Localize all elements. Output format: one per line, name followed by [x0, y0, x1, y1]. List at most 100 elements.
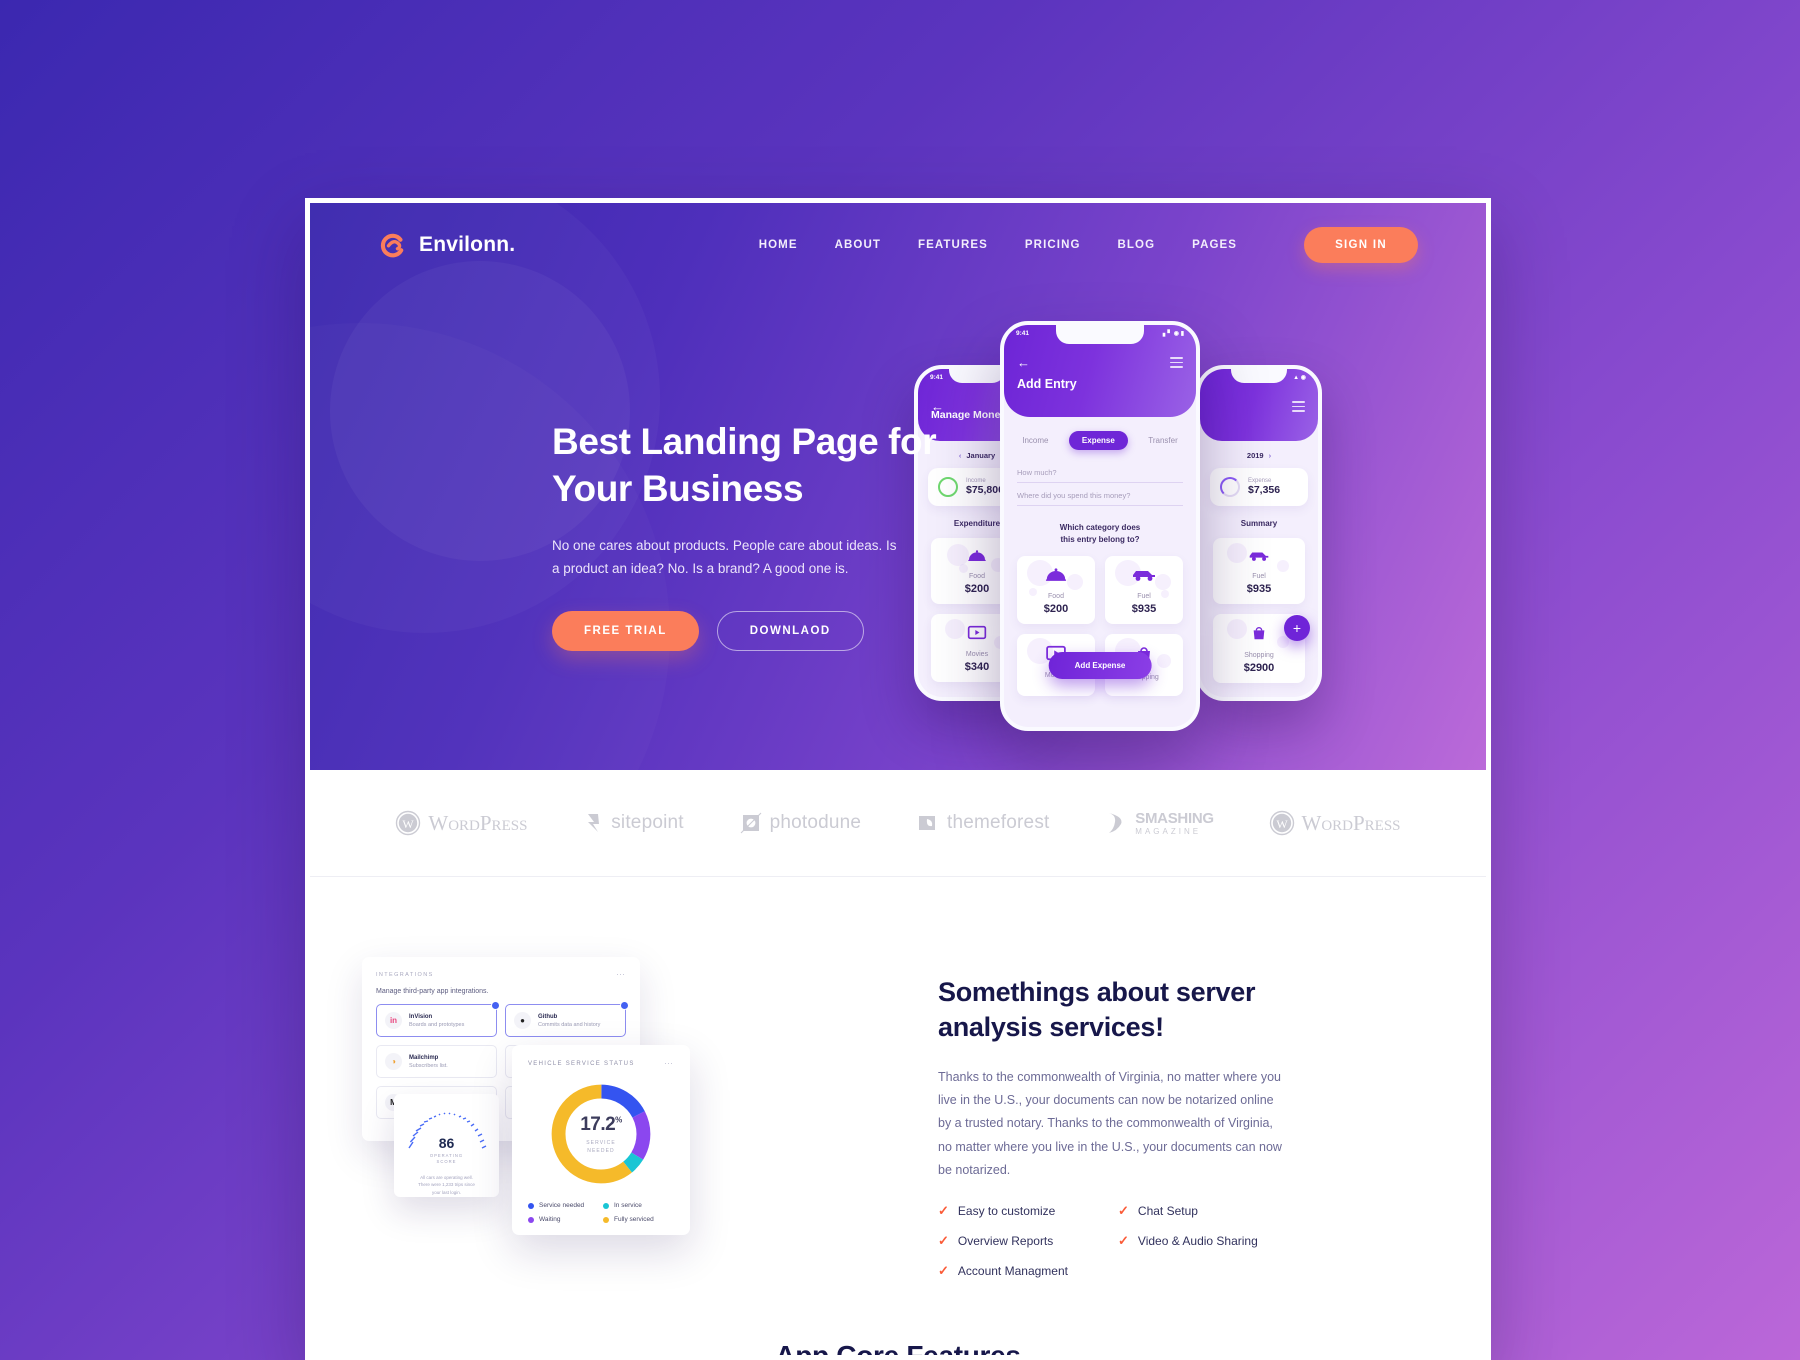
hamburger-menu-icon[interactable]	[1170, 357, 1183, 371]
brand-name: Envilonn.	[419, 233, 516, 256]
check-icon: ✓	[1118, 1233, 1129, 1249]
phone-status-bar: 9:41 ▖▘ ◉ ▮	[1004, 330, 1196, 337]
score-note-line-3: your last login.	[431, 1189, 461, 1195]
month-label: January	[966, 451, 996, 460]
status-time: 9:41	[930, 374, 944, 381]
integration-name: Github	[538, 1013, 558, 1020]
hero-title: Best Landing Page for Your Business	[552, 419, 952, 512]
legend-label: Service needed	[539, 1202, 585, 1209]
logo-smashing-magazine: SMASHING MAGAZINE	[1104, 809, 1214, 836]
core-features-section: App Core Features Thanks to the commonwe…	[310, 1277, 1486, 1355]
sign-in-button[interactable]: SIGN IN	[1304, 227, 1418, 263]
operating-score-note: All cars are operating well. There were …	[402, 1174, 491, 1197]
category-label: Fuel	[1252, 573, 1266, 580]
landing-page-frame: Envilonn. HOME ABOUT FEATURES PRICING BL…	[305, 198, 1491, 1360]
logo-label-stack: SMASHING MAGAZINE	[1135, 809, 1214, 836]
feature-item-easy-to-customize: ✓ Easy to customize	[938, 1204, 1118, 1218]
logo-label: SMASHING	[1135, 809, 1214, 827]
summary-cards: Fuel $935 Shopping $2900	[1200, 528, 1318, 683]
integration-item-github[interactable]: ● Github Commits data and history	[505, 1001, 629, 1037]
donut-chart-title: VEHICLE SERVICE STATUS	[528, 1060, 635, 1067]
legend-label: Waiting	[539, 1216, 561, 1223]
tab-transfer[interactable]: Transfer	[1148, 436, 1178, 445]
score-note-line-2: There were 1,233 trips since	[418, 1182, 475, 1188]
arrow-left-icon[interactable]: ←	[1017, 355, 1030, 370]
nav-link-blog[interactable]: BLOG	[1118, 239, 1156, 251]
category-label: Shopping	[1244, 652, 1274, 659]
sitepoint-icon	[588, 814, 600, 832]
feature-label: Chat Setup	[1137, 1203, 1198, 1218]
food-dome-icon	[1021, 567, 1091, 585]
legend-label: Fully serviced	[614, 1216, 654, 1223]
nav-link-home[interactable]: HOME	[759, 239, 798, 251]
hero-buttons: FREE TRIAL DOWNLAOD	[552, 610, 952, 651]
analysis-section: INTEGRATIONS ⋯ Manage third-party app in…	[310, 877, 1486, 1278]
status-time: 9:41	[1016, 330, 1030, 337]
donut-sublabel-line-1: SERVICE	[586, 1139, 616, 1146]
integration-desc: Commits data and history	[538, 1021, 601, 1028]
donut-card-header: VEHICLE SERVICE STATUS ⋯	[528, 1059, 674, 1068]
legend-item-fully-serviced: Fully serviced	[603, 1216, 674, 1223]
photodune-icon	[740, 812, 761, 834]
nav-link-pages[interactable]: PAGES	[1192, 239, 1237, 251]
hamburger-menu-icon[interactable]	[1292, 401, 1305, 415]
legend-dot-icon	[528, 1202, 534, 1209]
check-icon: ✓	[938, 1263, 949, 1279]
note-input[interactable]: Where did you spend this money?	[1017, 491, 1183, 506]
ellipsis-icon[interactable]: ⋯	[616, 970, 626, 979]
donut-center-label: 17.2% SERVICE NEEDED	[545, 1078, 657, 1190]
analysis-title: Somethings about server analysis service…	[938, 975, 1426, 1045]
ellipsis-icon[interactable]: ⋯	[664, 1059, 674, 1068]
legend-item-service-needed: Service needed	[528, 1202, 599, 1209]
legend-dot-icon	[528, 1216, 534, 1223]
logo-wordpress: W WordPress	[395, 810, 527, 836]
chevron-right-icon[interactable]: ›	[1269, 451, 1272, 460]
selected-badge-icon	[620, 1001, 629, 1010]
invision-icon: in	[385, 1012, 402, 1029]
add-expense-button[interactable]: Add Expense	[1048, 652, 1152, 679]
integration-item-mailchimp[interactable]: ◑ Mailchimp Subscribers list.	[376, 1045, 497, 1078]
phone-header: 9:41 ▖▘ ◉ ▮ ← Add Entry	[1004, 325, 1196, 417]
phone-mockup-right: ▲ ◉ 2019 › Expense $7,356 Summary Fuel $…	[1196, 365, 1322, 701]
legend-item-in-service: In service	[603, 1202, 674, 1209]
progress-ring-icon	[1220, 477, 1240, 497]
nav-link-pricing[interactable]: PRICING	[1025, 239, 1081, 251]
donut-center-value: 17.2%	[580, 1114, 622, 1136]
section-title: Summary	[1240, 519, 1278, 528]
logo-photodune: photodune	[739, 811, 862, 835]
logo-label: sitepoint	[611, 812, 684, 833]
tab-income[interactable]: Income	[1022, 436, 1048, 445]
year-selector[interactable]: 2019 ›	[1200, 441, 1318, 460]
chevron-left-icon[interactable]: ‹	[959, 451, 962, 460]
feature-item-overview-reports: ✓ Overview Reports	[938, 1234, 1118, 1248]
amount-input[interactable]: How much?	[1017, 468, 1183, 483]
nav-link-features[interactable]: FEATURES	[918, 239, 988, 251]
free-trial-button[interactable]: FREE TRIAL	[552, 610, 699, 651]
phone-title: Add Entry	[1017, 377, 1077, 391]
themeforest-icon	[918, 816, 935, 830]
download-button[interactable]: DOWNLAOD	[716, 610, 864, 651]
feature-label: Overview Reports	[957, 1233, 1054, 1248]
add-entry-fab-button[interactable]: +	[1284, 615, 1310, 641]
category-card[interactable]: Fuel $935	[1213, 538, 1305, 604]
integration-desc: Subscribers list.	[409, 1062, 448, 1069]
legend-label: In service	[614, 1202, 642, 1209]
brand-logo[interactable]: Envilonn.	[378, 230, 515, 260]
car-icon	[1109, 567, 1179, 585]
hero-copy: Best Landing Page for Your Business No o…	[552, 419, 952, 651]
check-icon: ✓	[938, 1203, 949, 1219]
tab-expense[interactable]: Expense	[1068, 431, 1128, 450]
category-card[interactable]: Food $200	[1017, 556, 1095, 624]
nav-links: HOME ABOUT FEATURES PRICING BLOG PAGES S…	[759, 227, 1418, 263]
nav-link-about[interactable]: ABOUT	[835, 239, 881, 251]
mailchimp-icon: ◑	[385, 1053, 402, 1070]
analysis-body: Thanks to the commonwealth of Virginia, …	[938, 1070, 1282, 1177]
feature-label: Video & Audio Sharing	[1137, 1233, 1258, 1248]
category-value: $935	[1246, 583, 1272, 595]
entry-type-tabs: Income Expense Transfer	[1004, 417, 1196, 460]
feature-label: Account Managment	[957, 1263, 1068, 1278]
integration-item-invision[interactable]: in InVision Boards and prototypes	[376, 1001, 500, 1037]
category-card[interactable]: Fuel $935	[1105, 556, 1183, 624]
donut-value-number: 17.2	[580, 1113, 616, 1135]
github-icon: ●	[514, 1012, 531, 1029]
